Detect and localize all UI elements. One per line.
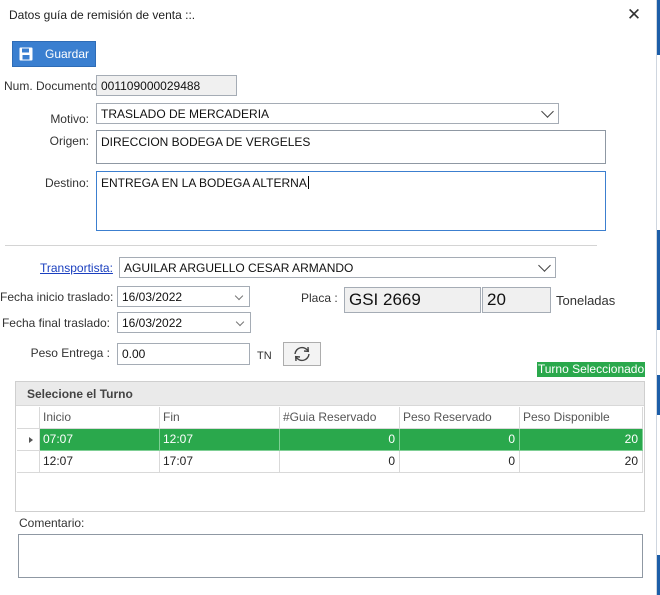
comentario-label: Comentario: (19, 516, 85, 530)
peso-unit-label: TN (257, 350, 272, 362)
comentario-textarea[interactable] (18, 534, 643, 578)
window-title: Datos guía de remisión de venta ::. (9, 8, 196, 22)
text-cursor (307, 176, 309, 189)
column-header-peso-disponible[interactable]: Peso Disponible (520, 407, 643, 429)
row-pointer-icon (29, 437, 33, 443)
fecha-inicio-value: 16/03/2022 (122, 289, 183, 304)
cell-guia-reservado[interactable]: 0 (280, 451, 400, 473)
cell-guia-reservado[interactable]: 0 (280, 429, 400, 451)
column-header-guia-reservado[interactable]: #Guia Reservado (280, 407, 400, 429)
turno-seleccionado-badge: Turno Seleccionado (537, 362, 645, 377)
capacidad-field[interactable]: 20 (482, 287, 551, 313)
chevron-down-icon (538, 258, 551, 272)
destino-text: ENTREGA EN LA BODEGA ALTERNA (101, 176, 307, 190)
row-indicator (17, 451, 40, 473)
cell-peso-reservado[interactable]: 0 (400, 451, 520, 473)
cell-inicio[interactable]: 07:07 (40, 429, 160, 451)
origen-label: Origen: (49, 134, 89, 148)
table-row[interactable]: 12:07 17:07 0 0 20 (17, 451, 643, 473)
chevron-down-icon (234, 291, 244, 300)
fecha-inicio-label: Fecha inicio traslado: (0, 290, 114, 304)
cell-peso-reservado[interactable]: 0 (400, 429, 520, 451)
motivo-select[interactable]: TRASLADO DE MERCADERIA (96, 103, 559, 124)
close-icon: ✕ (626, 5, 642, 24)
column-header-fin[interactable]: Fin (160, 407, 280, 429)
column-header-peso-reservado[interactable]: Peso Reservado (400, 407, 520, 429)
row-indicator-header (17, 407, 40, 429)
placa-label: Placa : (301, 291, 338, 305)
fecha-final-value: 16/03/2022 (122, 315, 183, 330)
destino-label: Destino: (44, 176, 89, 190)
cell-peso-disponible[interactable]: 20 (520, 429, 643, 451)
fecha-final-datepicker[interactable]: 16/03/2022 (117, 312, 251, 333)
fecha-final-label: Fecha final traslado: (1, 316, 110, 330)
refresh-icon (294, 346, 310, 362)
motivo-selected-value: TRASLADO DE MERCADERIA (101, 106, 270, 121)
refresh-button[interactable] (283, 342, 321, 366)
cell-peso-disponible[interactable]: 20 (520, 451, 643, 473)
column-header-inicio[interactable]: Inicio (40, 407, 160, 429)
cell-fin[interactable]: 17:07 (160, 451, 280, 473)
transportista-select[interactable]: AGUILAR ARGUELLO CESAR ARMANDO (119, 257, 556, 278)
close-button[interactable]: ✕ (623, 4, 645, 26)
placa-field[interactable]: GSI 2669 (344, 287, 481, 313)
origen-textarea[interactable]: DIRECCION BODEGA DE VERGELES (96, 130, 606, 164)
peso-entrega-input[interactable]: 0.00 (117, 343, 250, 365)
toneladas-label: Toneladas (556, 293, 616, 308)
motivo-label: Motivo: (50, 112, 89, 126)
fecha-inicio-datepicker[interactable]: 16/03/2022 (117, 286, 250, 307)
turno-group-title: Selecione el Turno (16, 382, 644, 406)
table-row[interactable]: 07:07 12:07 0 0 20 (17, 429, 643, 451)
transportista-link[interactable]: Transportista: (40, 261, 113, 275)
floppy-disk-icon (19, 47, 33, 61)
transportista-selected-value: AGUILAR ARGUELLO CESAR ARMANDO (124, 260, 354, 275)
turno-group: Selecione el Turno Inicio Fin #Guia Rese… (15, 381, 645, 512)
save-button-label: Guardar (45, 47, 90, 61)
save-button[interactable]: Guardar (12, 41, 96, 67)
row-indicator (17, 429, 40, 451)
grid-header-row: Inicio Fin #Guia Reservado Peso Reservad… (17, 407, 643, 429)
destino-textarea[interactable]: ENTREGA EN LA BODEGA ALTERNA (96, 171, 606, 231)
document-number-field[interactable]: 001109000029488 (96, 75, 237, 96)
cell-fin[interactable]: 12:07 (160, 429, 280, 451)
cell-inicio[interactable]: 12:07 (40, 451, 160, 473)
origen-text: DIRECCION BODEGA DE VERGELES (101, 135, 311, 149)
section-divider (5, 245, 597, 246)
chevron-down-icon (541, 104, 554, 118)
document-number-label: Num. Documento: (4, 79, 101, 93)
chevron-down-icon (235, 317, 245, 326)
peso-entrega-label: Peso Entrega : (30, 346, 110, 360)
